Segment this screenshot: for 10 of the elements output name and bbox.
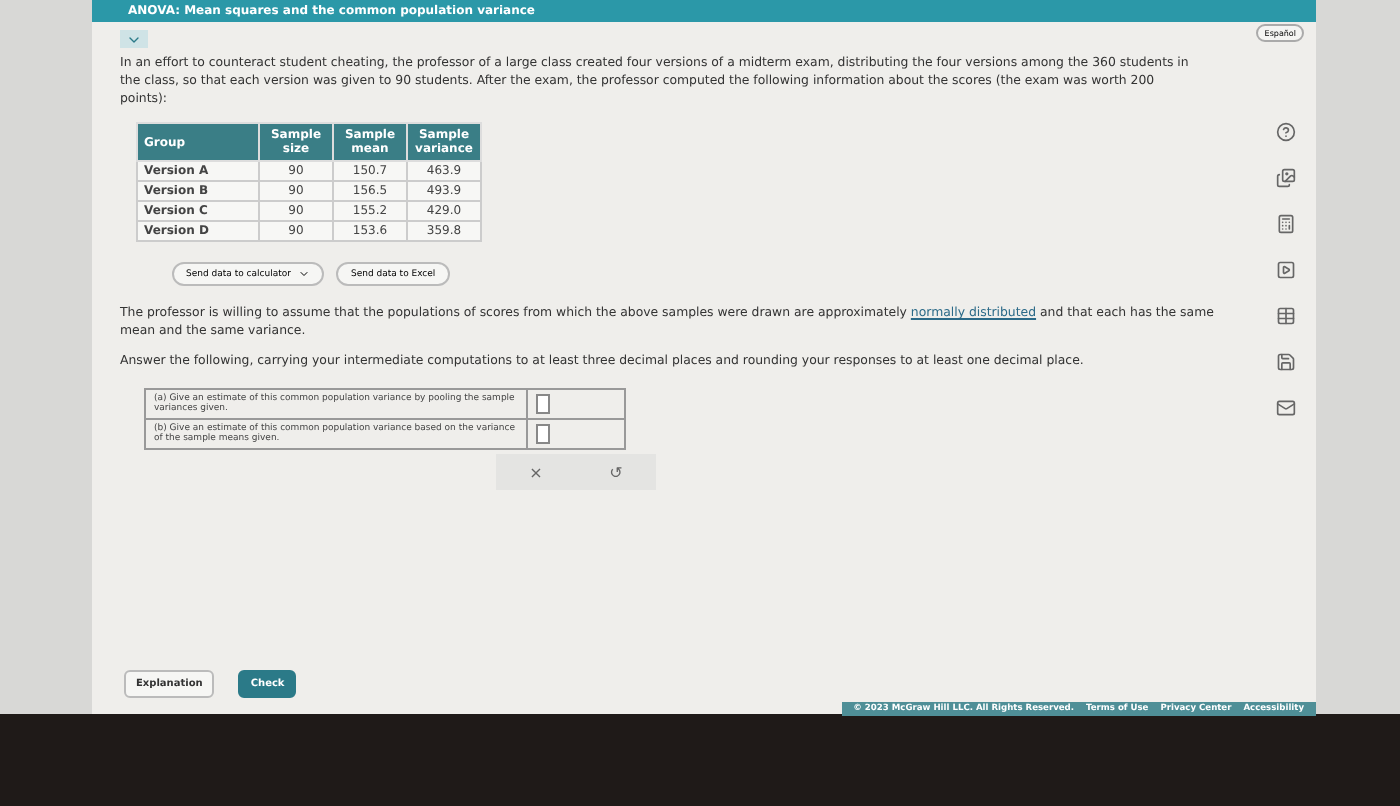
mail-icon[interactable] xyxy=(1276,398,1296,418)
clear-button[interactable]: × xyxy=(496,454,576,490)
save-icon[interactable] xyxy=(1276,352,1296,372)
help-icon[interactable] xyxy=(1276,122,1296,142)
undo-button[interactable]: ↺ xyxy=(576,454,656,490)
caret-icon xyxy=(298,268,311,280)
table-icon[interactable] xyxy=(1276,306,1296,326)
image-icon[interactable] xyxy=(1276,168,1296,188)
play-icon[interactable] xyxy=(1276,260,1296,280)
calculator-icon[interactable] xyxy=(1276,214,1296,234)
